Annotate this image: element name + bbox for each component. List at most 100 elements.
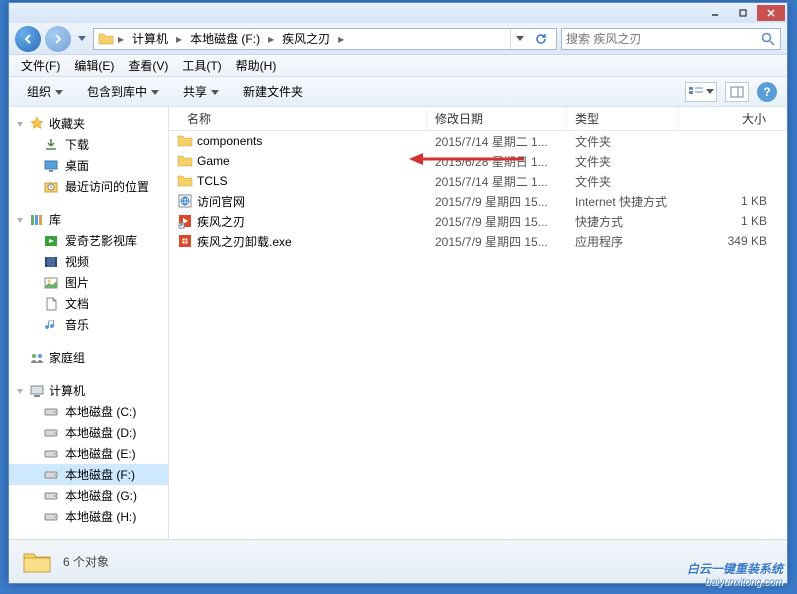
sidebar-item-drive-g[interactable]: 本地磁盘 (G:)	[9, 485, 168, 506]
file-row[interactable]: TCLS2015/7/14 星期二 1...文件夹	[169, 171, 787, 191]
sidebar-homegroup-header[interactable]: 家庭组	[9, 347, 168, 368]
history-dropdown[interactable]	[75, 26, 89, 52]
sidebar-item-videos[interactable]: 视频	[9, 251, 168, 272]
collapse-icon	[15, 386, 25, 396]
file-row[interactable]: 疾风之刃2015/7/9 星期四 15...快捷方式1 KB	[169, 211, 787, 231]
file-row[interactable]: 疾风之刃卸载.exe2015/7/9 星期四 15...应用程序349 KB	[169, 231, 787, 251]
watermark: 白云一键重装系统 baiyunxitong.com	[687, 560, 783, 588]
document-icon	[43, 296, 59, 312]
film-icon	[43, 254, 59, 270]
column-type[interactable]: 类型	[567, 107, 679, 130]
breadcrumb[interactable]: 疾风之刃	[278, 28, 334, 49]
address-bar[interactable]: ▸ 计算机 ▸ 本地磁盘 (F:) ▸ 疾风之刃 ▸	[93, 28, 557, 50]
file-type: Internet 快捷方式	[567, 193, 679, 210]
column-date[interactable]: 修改日期	[427, 107, 567, 130]
column-size[interactable]: 大小	[679, 107, 787, 130]
collapse-icon	[15, 119, 25, 129]
file-icon	[177, 213, 193, 229]
sidebar-item-label: 本地磁盘 (E:)	[65, 445, 136, 462]
breadcrumb-separator-icon: ▸	[336, 32, 346, 46]
sidebar-item-music[interactable]: 音乐	[9, 314, 168, 335]
navigation-pane[interactable]: 收藏夹 下载 桌面 最近访问的位置 库 爱奇艺影视库 视频 图片 文档 音乐	[9, 107, 169, 539]
file-icon	[177, 193, 193, 209]
sidebar-item-documents[interactable]: 文档	[9, 293, 168, 314]
file-list[interactable]: components2015/7/14 星期二 1...文件夹Game2015/…	[169, 131, 787, 539]
sidebar-item-label: 下载	[65, 136, 89, 153]
menu-tools[interactable]: 工具(T)	[176, 55, 227, 76]
sidebar-item-drive-d[interactable]: 本地磁盘 (D:)	[9, 422, 168, 443]
sidebar-label: 库	[49, 211, 61, 228]
search-input[interactable]	[566, 32, 760, 46]
sidebar-item-pictures[interactable]: 图片	[9, 272, 168, 293]
chevron-down-icon	[151, 88, 159, 96]
file-date: 2015/6/28 星期日 1...	[427, 153, 567, 170]
breadcrumb[interactable]: 计算机	[128, 28, 172, 49]
sidebar-item-label: 视频	[65, 253, 89, 270]
explorer-window: ▸ 计算机 ▸ 本地磁盘 (F:) ▸ 疾风之刃 ▸ 文件(F) 编辑(E) 查…	[8, 2, 788, 584]
sidebar-label: 家庭组	[49, 349, 85, 366]
file-date: 2015/7/9 星期四 15...	[427, 193, 567, 210]
new-folder-button[interactable]: 新建文件夹	[235, 79, 311, 104]
view-mode-button[interactable]	[685, 82, 717, 102]
file-type: 文件夹	[567, 173, 679, 190]
column-headers: 名称 修改日期 类型 大小	[169, 107, 787, 131]
help-button[interactable]: ?	[757, 82, 777, 102]
refresh-button[interactable]	[530, 28, 552, 50]
status-bar: 6 个对象	[9, 539, 787, 583]
file-row[interactable]: 访问官网 2015/7/9 星期四 15...Internet 快捷方式1 KB	[169, 191, 787, 211]
sidebar-item-iqiyi[interactable]: 爱奇艺影视库	[9, 230, 168, 251]
desktop-icon	[43, 158, 59, 174]
toolbar: 组织 包含到库中 共享 新建文件夹 ?	[9, 77, 787, 107]
back-button[interactable]	[15, 26, 41, 52]
sidebar-item-label: 图片	[65, 274, 89, 291]
drive-icon	[43, 509, 59, 525]
sidebar-item-downloads[interactable]: 下载	[9, 134, 168, 155]
menu-edit[interactable]: 编辑(E)	[68, 55, 120, 76]
breadcrumb-separator-icon: ▸	[116, 32, 126, 46]
file-date: 2015/7/9 星期四 15...	[427, 213, 567, 230]
sidebar-item-drive-e[interactable]: 本地磁盘 (E:)	[9, 443, 168, 464]
search-box[interactable]	[561, 28, 781, 50]
sidebar-libraries-header[interactable]: 库	[9, 209, 168, 230]
sidebar-item-label: 本地磁盘 (G:)	[65, 487, 137, 504]
file-row[interactable]: Game2015/6/28 星期日 1...文件夹	[169, 151, 787, 171]
address-dropdown[interactable]	[510, 29, 528, 49]
close-button[interactable]	[757, 5, 785, 21]
watermark-text: 白云一键重装系统	[687, 560, 783, 577]
sidebar-computer-header[interactable]: 计算机	[9, 380, 168, 401]
file-icon	[177, 153, 193, 169]
maximize-button[interactable]	[729, 5, 757, 21]
file-type: 应用程序	[567, 233, 679, 250]
minimize-button[interactable]	[701, 5, 729, 21]
organize-button[interactable]: 组织	[19, 79, 71, 104]
file-size: 1 KB	[679, 194, 787, 208]
star-icon	[29, 116, 45, 132]
sidebar-item-recent[interactable]: 最近访问的位置	[9, 176, 168, 197]
sidebar-item-label: 文档	[65, 295, 89, 312]
breadcrumb[interactable]: 本地磁盘 (F:)	[186, 28, 264, 49]
include-library-button[interactable]: 包含到库中	[79, 79, 167, 104]
file-row[interactable]: components2015/7/14 星期二 1...文件夹	[169, 131, 787, 151]
menu-help[interactable]: 帮助(H)	[230, 55, 283, 76]
folder-icon	[98, 31, 114, 47]
recent-icon	[43, 179, 59, 195]
preview-pane-button[interactable]	[725, 82, 749, 102]
sidebar-item-desktop[interactable]: 桌面	[9, 155, 168, 176]
sidebar-item-drive-h[interactable]: 本地磁盘 (H:)	[9, 506, 168, 527]
watermark-url: baiyunxitong.com	[687, 577, 783, 588]
file-date: 2015/7/9 星期四 15...	[427, 233, 567, 250]
file-icon	[177, 133, 193, 149]
column-name[interactable]: 名称	[169, 107, 427, 130]
sidebar-item-drive-f[interactable]: 本地磁盘 (F:)	[9, 464, 168, 485]
search-icon[interactable]	[760, 31, 776, 47]
drive-icon	[43, 488, 59, 504]
forward-button[interactable]	[45, 26, 71, 52]
file-name: 访问官网	[197, 193, 245, 210]
sidebar-favorites-header[interactable]: 收藏夹	[9, 113, 168, 134]
file-type: 文件夹	[567, 133, 679, 150]
menu-file[interactable]: 文件(F)	[15, 55, 66, 76]
sidebar-item-drive-c[interactable]: 本地磁盘 (C:)	[9, 401, 168, 422]
share-button[interactable]: 共享	[175, 79, 227, 104]
status-text: 6 个对象	[63, 553, 109, 570]
menu-view[interactable]: 查看(V)	[122, 55, 174, 76]
